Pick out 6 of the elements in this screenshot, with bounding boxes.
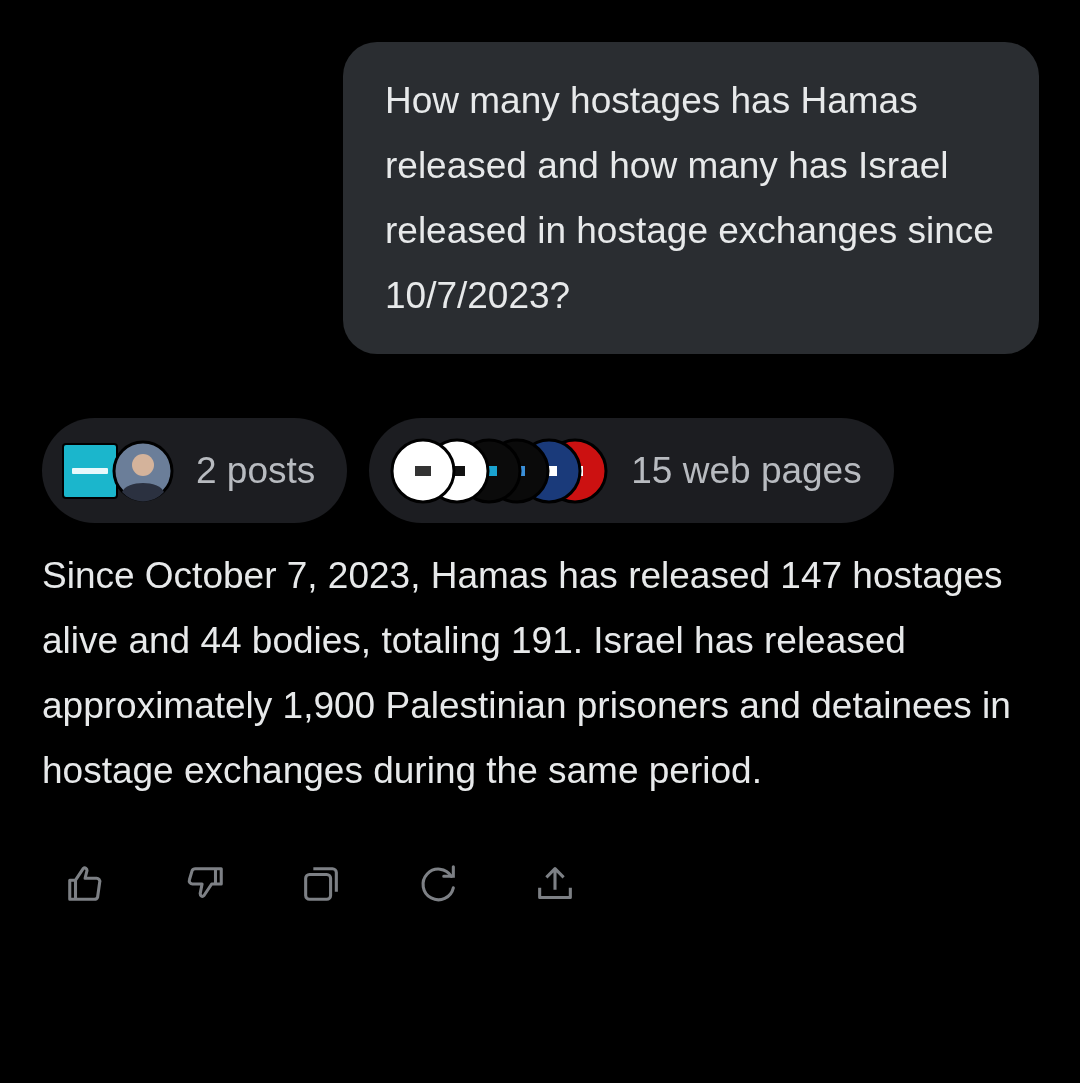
source-avatars-icon [62, 439, 174, 502]
sources-button[interactable]: 2 posts [42, 418, 348, 523]
user-message-text: How many hostages has Hamas released and how many has Israel released in hostage exchanges since 10/7/2023? [385, 79, 995, 318]
sources-button[interactable]: 15 web pages [369, 418, 894, 523]
answer-text: Since October 7, 2023, Hamas has released 147 hostages alive and 44 bodies, totaling 191. Israel has released approximately 1,900 Palestinian prisoners and detainees in hostage exchanges during the same period. [42, 554, 1012, 793]
source-logos-icon [389, 437, 610, 504]
